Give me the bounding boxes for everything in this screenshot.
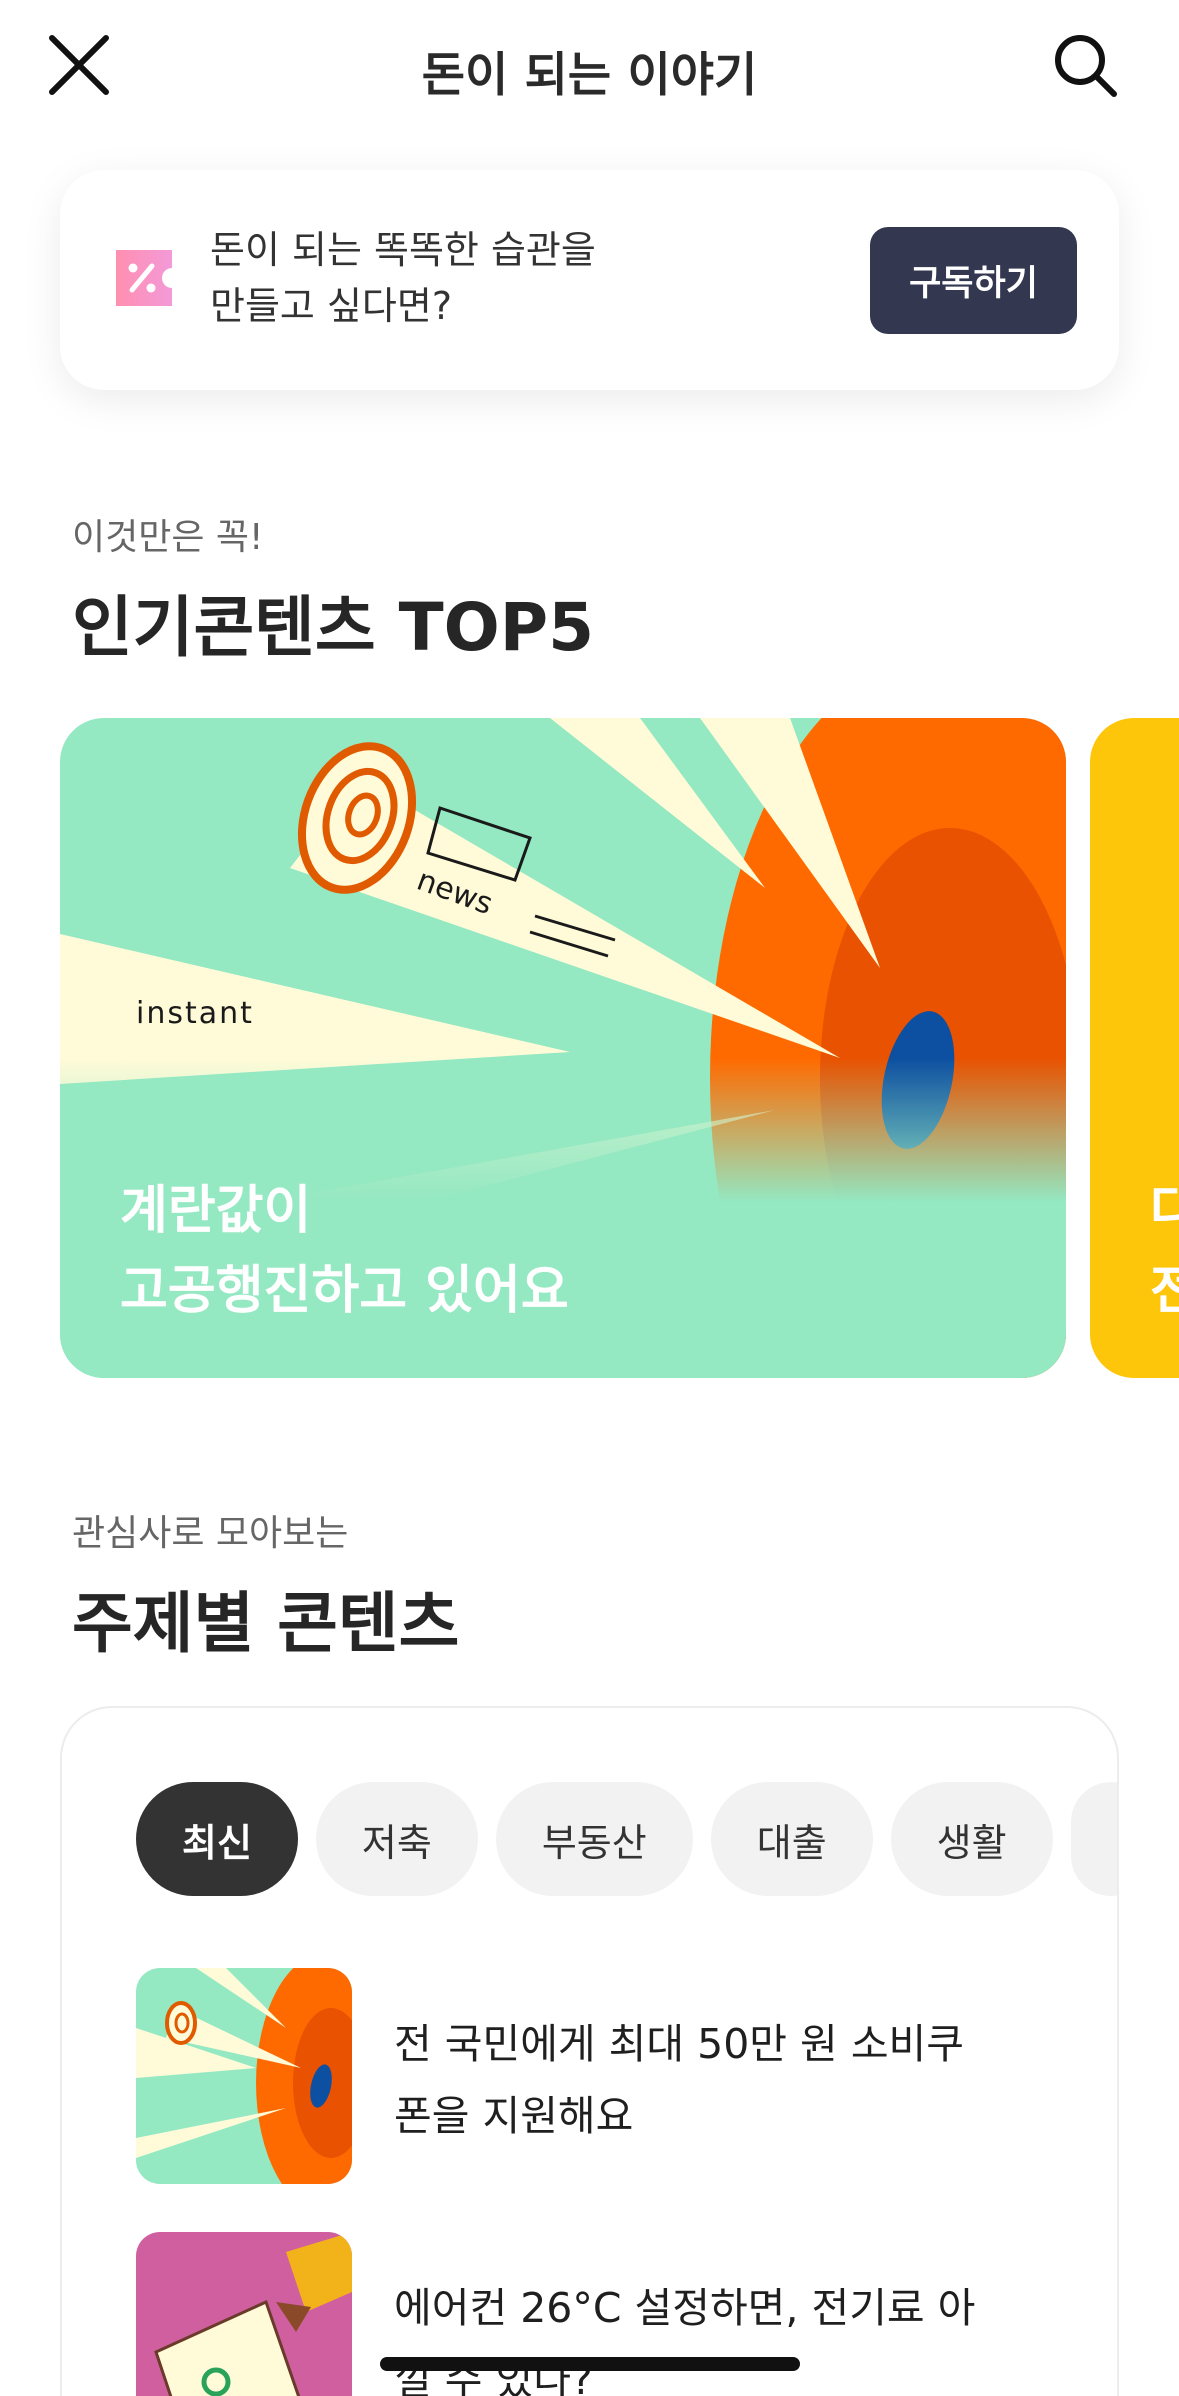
chip-loan[interactable]: 대출 (710, 1782, 873, 1896)
chip-latest[interactable]: 최신 (136, 1782, 298, 1896)
chip-savings[interactable]: 저축 (315, 1782, 478, 1896)
article-title-line-1: 에어컨 26°C 설정하면, 전기료 아 (394, 2284, 976, 2332)
coupon-icon (116, 250, 184, 306)
article-title: 전 국민에게 최대 50만 원 소비쿠 폰을 지원해요 (394, 2008, 1054, 2152)
article-title-line-1: 전 국민에게 최대 50만 원 소비쿠 (394, 2020, 964, 2068)
subscription-promo-banner: 돈이 되는 똑똑한 습관을 만들고 싶다면? 구독하기 (60, 170, 1119, 390)
popular-content-card[interactable]: news instant 계란값이 고공행진하고 있어요 (60, 718, 1066, 1378)
popular-section-subtitle: 이것만은 꼭! (72, 517, 264, 558)
topic-content-panel: 최신 저축 부동산 대출 생활 전 국민에게 최대 50만 원 소비쿠 폰을 지… (60, 1706, 1119, 2396)
list-item[interactable]: 에어컨 26°C 설정하면, 전기료 아 낄 수 있다? (136, 2232, 1036, 2396)
article-title-line-2: 폰을 지원해요 (394, 2092, 634, 2140)
topics-section-subtitle: 관심사로 모아보는 (72, 1513, 349, 1554)
next-card-title-line-2: 전 (1150, 1261, 1179, 1321)
article-thumbnail (136, 2232, 352, 2396)
popular-section-title: 인기콘텐츠 TOP5 (72, 589, 594, 666)
top-navigation-bar: 돈이 되는 이야기 (0, 0, 1179, 140)
illustration-word-instant: instant (136, 996, 254, 1031)
card-title-line-1: 계란값이 (120, 1181, 312, 1241)
promo-line-1: 돈이 되는 똑똑한 습관을 (210, 228, 596, 272)
subscribe-button[interactable]: 구독하기 (870, 227, 1077, 334)
topics-section-title: 주제별 콘텐츠 (72, 1585, 460, 1662)
chip-living[interactable]: 생활 (890, 1782, 1053, 1896)
promo-message: 돈이 되는 똑똑한 습관을 만들고 싶다면? (210, 222, 596, 334)
promo-line-2: 만들고 싶다면? (210, 284, 453, 328)
next-popular-card[interactable]: 다 전 (1090, 718, 1179, 1378)
home-indicator (380, 2357, 800, 2371)
article-thumbnail (136, 1968, 352, 2184)
next-card-title-line-1: 다 (1150, 1181, 1179, 1241)
chip-real-estate[interactable]: 부동산 (495, 1782, 693, 1896)
chip-more[interactable] (1070, 1782, 1117, 1896)
list-item[interactable]: 전 국민에게 최대 50만 원 소비쿠 폰을 지원해요 (136, 1968, 1036, 2188)
page-title: 돈이 되는 이야기 (421, 48, 758, 103)
article-title: 에어컨 26°C 설정하면, 전기료 아 낄 수 있다? (394, 2272, 1054, 2396)
card-title-line-2: 고공행진하고 있어요 (120, 1261, 569, 1321)
search-icon[interactable] (1050, 30, 1120, 100)
topic-chip-row[interactable]: 최신 저축 부동산 대출 생활 (136, 1782, 1117, 1896)
